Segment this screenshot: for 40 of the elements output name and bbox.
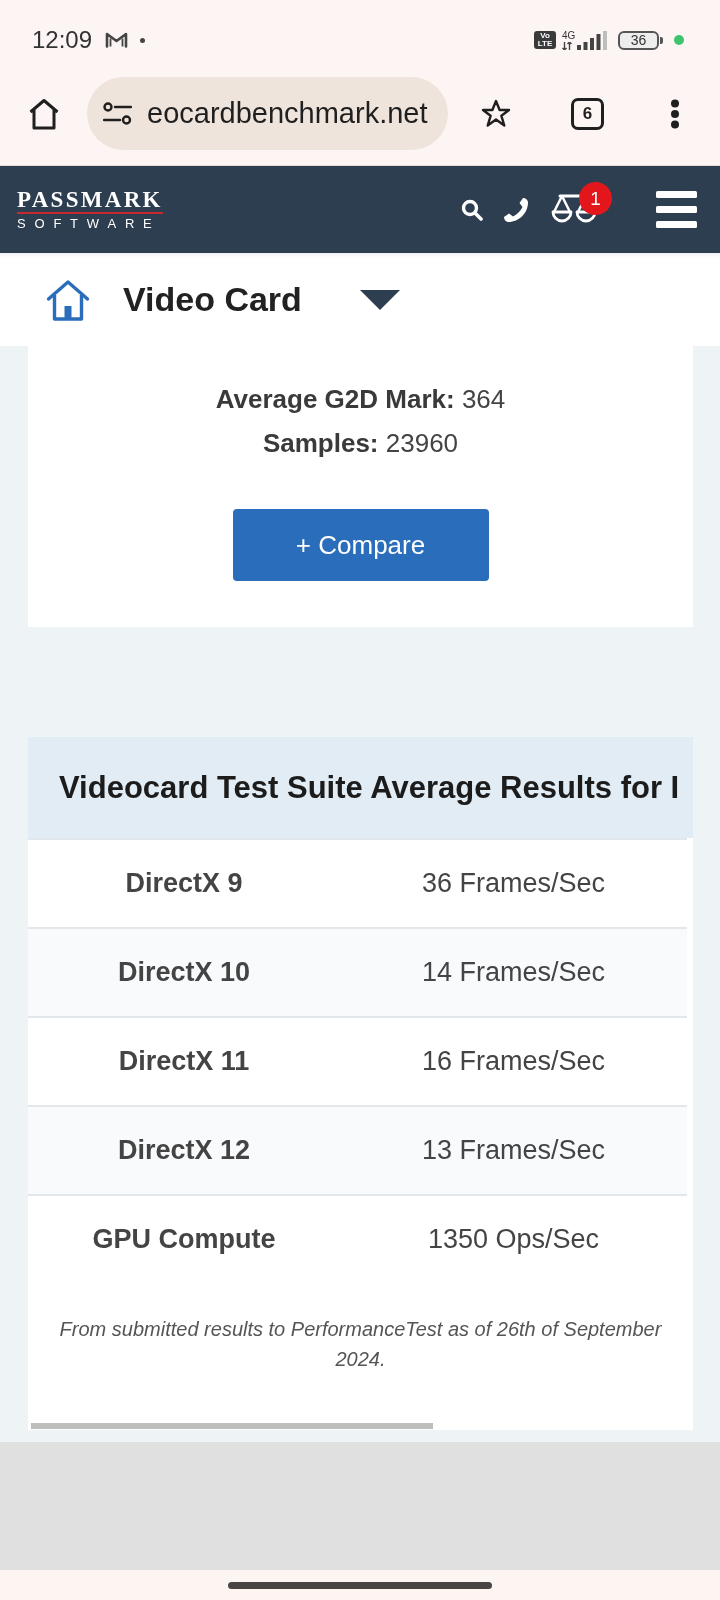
summary-line: Samples: 23960 — [262, 427, 459, 460]
status-time: 12:09 — [32, 26, 93, 54]
address-bar[interactable]: eocardbenchmark.net — [87, 77, 448, 150]
star-icon[interactable] — [481, 99, 511, 128]
search-icon[interactable] — [461, 198, 483, 221]
logo-tagline[interactable]: SOFTWARE — [17, 215, 161, 231]
test-name: DirectX 11 — [118, 1046, 250, 1077]
home-icon[interactable] — [28, 97, 60, 130]
summary-line: Average G2D Mark: 364 — [215, 383, 506, 416]
test-name: DirectX 10 — [117, 957, 251, 988]
data-arrows-icon — [562, 41, 572, 50]
caret-icon[interactable] — [359, 289, 400, 310]
compare-button[interactable]: + Compare — [232, 509, 489, 581]
result-value: 14 Frames/Sec — [421, 957, 606, 988]
volte-badge: Vo LTE — [534, 31, 556, 49]
more-icon[interactable] — [670, 98, 680, 129]
menu-icon[interactable] — [656, 191, 697, 228]
count-badge: 1 — [579, 182, 612, 215]
result-value: 16 Frames/Sec — [421, 1046, 606, 1077]
result-value: 1350 Ops/Sec — [427, 1224, 600, 1255]
phone-icon[interactable] — [502, 195, 530, 224]
battery-indicator: 36 — [618, 30, 663, 50]
sliders-icon[interactable] — [103, 102, 132, 125]
result-value: 13 Frames/Sec — [421, 1135, 606, 1166]
gesture-handle[interactable] — [228, 1581, 492, 1589]
footnote: From submitted results to PerformanceTest as of 26th of September 2024. — [58, 1317, 663, 1372]
page-title: Video Card — [123, 280, 302, 319]
signal-icon — [577, 30, 608, 50]
test-name: GPU Compute — [92, 1224, 276, 1255]
mail-icon — [105, 32, 129, 48]
url-text[interactable]: eocardbenchmark.net — [147, 97, 428, 130]
indicator-dot-icon — [674, 35, 684, 45]
result-value: 36 Frames/Sec — [421, 868, 606, 899]
table-title: Videocard Test Suite Average Results for I — [59, 769, 680, 806]
notification-dot-icon — [140, 37, 146, 43]
test-name: DirectX 12 — [117, 1135, 251, 1166]
network-type: 4G — [562, 30, 575, 41]
test-name: DirectX 9 — [125, 868, 243, 899]
logo-wordmark[interactable]: PASSMARK — [17, 188, 163, 214]
tab-switcher-button[interactable]: 6 — [571, 97, 604, 130]
